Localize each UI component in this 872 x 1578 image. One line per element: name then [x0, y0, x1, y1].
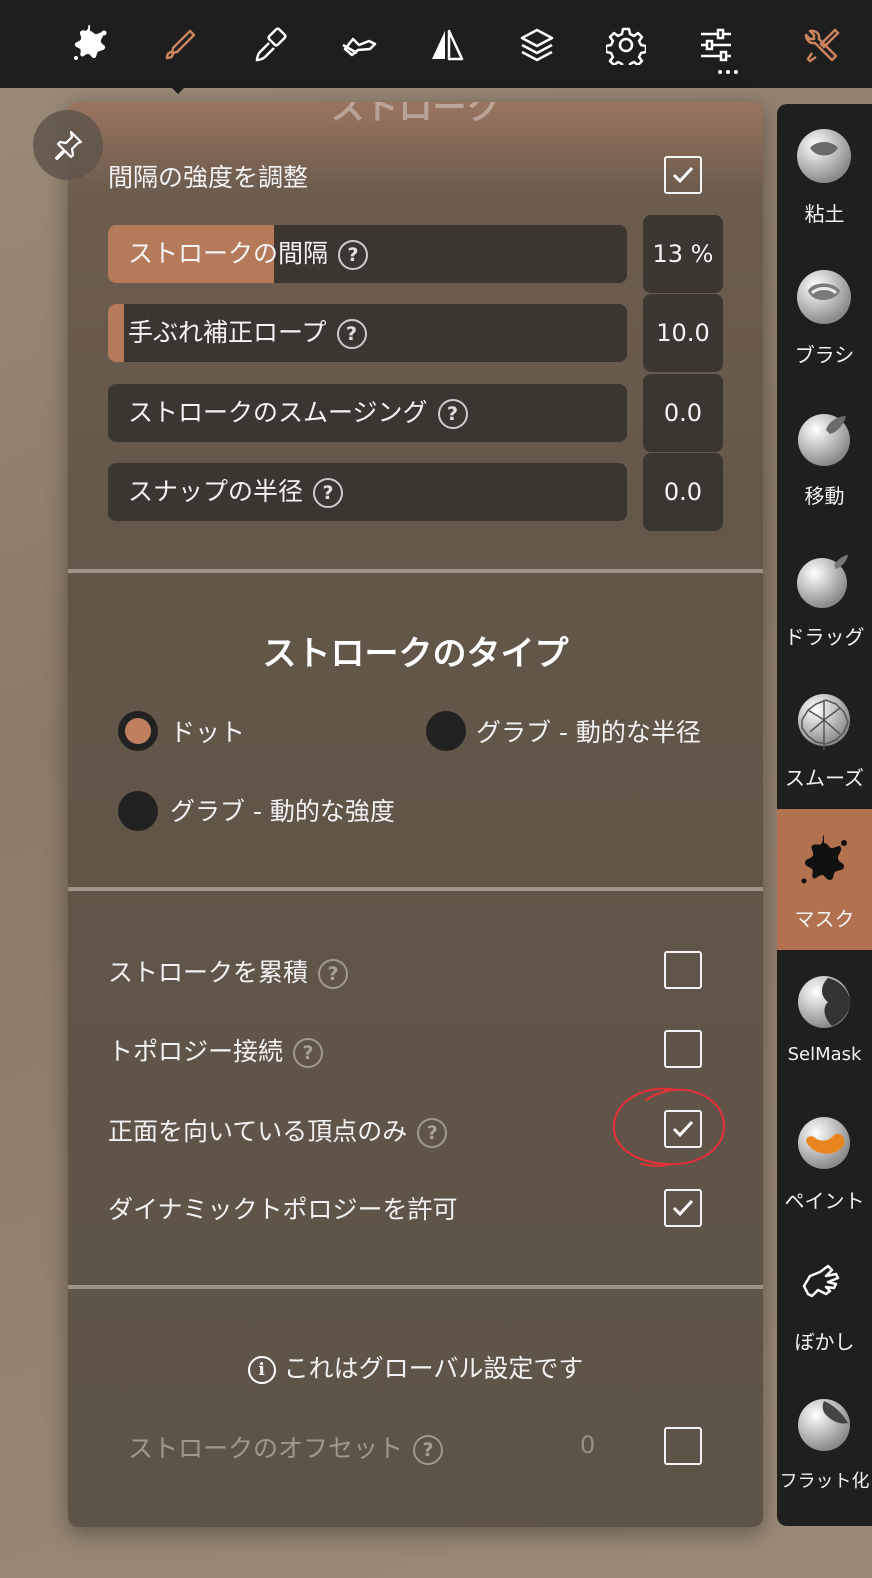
tool-brush[interactable]: ブラシ [777, 245, 872, 386]
radio-grab-dynamic-strength[interactable] [118, 791, 158, 831]
slider-label: 手ぶれ補正ロープ [128, 318, 327, 347]
more-dots-icon[interactable] [716, 70, 740, 78]
tool-smooth[interactable]: スムーズ [777, 668, 872, 809]
stroke-settings-panel: ストローク 間隔の強度を調整 ストロークの間隔? 13 % 手ぶれ補正ロープ? … [68, 102, 763, 1527]
stabilizer-rope-value[interactable]: 10.0 [643, 294, 723, 372]
tool-clay[interactable]: 粘土 [777, 104, 872, 245]
tool-label: ぼかし [794, 1330, 855, 1354]
tool-move[interactable]: 移動 [777, 386, 872, 527]
tool-label: SelMask [787, 1044, 862, 1065]
check-icon [672, 1199, 694, 1217]
red-annotation-circle [612, 1087, 726, 1167]
tool-label: フラット化 [779, 1471, 870, 1492]
radio-dot[interactable] [118, 711, 158, 751]
slider-label: ストロークの間隔 [128, 239, 329, 268]
help-icon[interactable]: ? [313, 478, 344, 508]
tool-label: 粘土 [804, 202, 845, 226]
help-icon[interactable]: ? [293, 1038, 324, 1068]
tool-paint[interactable]: ペイント [777, 1091, 872, 1232]
tool-label: マスク [794, 907, 855, 931]
global-setting-note: i これはグローバル設定です [68, 1349, 763, 1385]
mask-splat-icon [801, 835, 847, 884]
help-icon[interactable]: ? [413, 1435, 444, 1465]
topology-connect-checkbox[interactable] [664, 1030, 702, 1068]
slider-fill [108, 304, 124, 362]
selmask-sphere-icon [798, 976, 850, 1028]
radio-dot-label[interactable]: ドット [170, 713, 245, 749]
tool-flatten[interactable]: フラット化 [777, 1373, 872, 1514]
smooth-sphere-icon [798, 694, 850, 750]
smudge-finger-icon [802, 1264, 840, 1298]
adjust-intensity-label: 間隔の強度を調整 [108, 163, 309, 192]
stroke-offset-label: ストロークのオフセット? [128, 1429, 444, 1465]
help-icon[interactable]: ? [417, 1118, 448, 1148]
pin-icon [54, 130, 83, 161]
hand-pose-icon[interactable] [335, 20, 385, 70]
divider [68, 569, 763, 573]
flatten-sphere-icon [798, 1399, 850, 1451]
stroke-type-title: ストロークのタイプ [262, 634, 569, 674]
tool-label: 移動 [804, 484, 845, 508]
help-icon[interactable]: ? [336, 319, 367, 349]
tool-drag[interactable]: ドラッグ [777, 527, 872, 668]
help-icon[interactable]: ? [318, 959, 349, 989]
divider [68, 1285, 763, 1289]
stroke-smoothing-value[interactable]: 0.0 [643, 374, 723, 452]
front-facing-only-label: 正面を向いている頂点のみ? [108, 1112, 448, 1148]
adjust-intensity-checkbox[interactable] [664, 156, 702, 194]
topology-connect-label: トポロジー接続? [108, 1032, 324, 1068]
tool-smudge[interactable]: ぼかし [777, 1232, 872, 1373]
divider [68, 887, 763, 891]
slider-label: スナップの半径 [128, 477, 304, 506]
stroke-smoothing-slider[interactable]: ストロークのスムージング? [108, 384, 627, 442]
active-tab-caret [170, 86, 186, 94]
snap-radius-slider[interactable]: スナップの半径? [108, 463, 627, 521]
accumulate-stroke-checkbox[interactable] [664, 951, 702, 989]
tool-label: ドラッグ [784, 625, 865, 649]
slider-label: ストロークのスムージング [128, 398, 428, 427]
drag-sphere-icon [797, 555, 848, 608]
info-icon: i [247, 1356, 276, 1384]
allow-dynamic-topology-label: ダイナミックトポロジーを許可 [108, 1195, 458, 1224]
tool-selmask[interactable]: SelMask [777, 950, 872, 1091]
settings-icon[interactable] [601, 20, 651, 70]
sculpt-tools-sidebar: 粘土 ブラシ 移動 ドラッグ スムーズ マスク SelMask ペイント ぼかし… [777, 104, 872, 1526]
radio-grab-dynamic-strength-label[interactable]: グラブ - 動的な強度 [170, 792, 395, 828]
sliders-icon[interactable] [691, 20, 741, 70]
splat-icon[interactable] [65, 20, 115, 70]
radio-grab-dynamic-radius-label[interactable]: グラブ - 動的な半径 [476, 713, 701, 749]
help-icon[interactable]: ? [338, 240, 369, 270]
radio-grab-dynamic-radius[interactable] [426, 711, 466, 751]
help-icon[interactable]: ? [437, 399, 468, 429]
tools-icon[interactable] [797, 20, 847, 70]
clay-sphere-icon [797, 129, 851, 183]
tool-label: ブラシ [794, 343, 855, 367]
snap-radius-value[interactable]: 0.0 [643, 453, 723, 531]
brush-sphere-icon [797, 270, 851, 324]
check-icon [672, 166, 694, 184]
tool-mask[interactable]: マスク [777, 809, 872, 950]
tool-label: スムーズ [785, 766, 864, 790]
stabilizer-rope-slider[interactable]: 手ぶれ補正ロープ? [108, 304, 627, 362]
panel-title: ストローク [330, 102, 501, 128]
stroke-offset-value[interactable]: 0 [580, 1431, 595, 1459]
stroke-spacing-value[interactable]: 13 % [643, 215, 723, 293]
paint-brush-icon[interactable] [245, 20, 295, 70]
brush-icon[interactable] [155, 20, 205, 70]
accumulate-stroke-label: ストロークを累積? [108, 953, 349, 989]
global-setting-text: これはグローバル設定です [283, 1354, 584, 1383]
tool-label: ペイント [784, 1189, 865, 1213]
move-sphere-icon [798, 414, 850, 466]
stroke-offset-checkbox[interactable] [664, 1427, 702, 1465]
top-toolbar [0, 0, 872, 88]
pin-panel-button[interactable] [33, 110, 103, 180]
paint-sphere-icon [798, 1117, 850, 1169]
allow-dynamic-topology-checkbox[interactable] [664, 1189, 702, 1227]
stroke-spacing-slider[interactable]: ストロークの間隔? [108, 225, 627, 283]
layers-icon[interactable] [512, 20, 562, 70]
symmetry-icon[interactable] [422, 20, 472, 70]
